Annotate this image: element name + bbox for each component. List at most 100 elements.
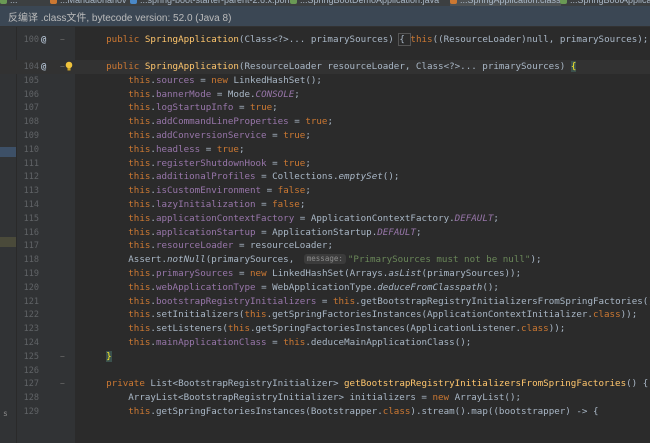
code-token: CONSOLE bbox=[255, 88, 295, 100]
code-line[interactable]: 128 ArrayList<BootstrapRegistryInitializ… bbox=[0, 391, 650, 405]
code-line[interactable]: 114 this.lazyInitialization = false; bbox=[0, 198, 650, 212]
fold-toggle-icon[interactable]: − bbox=[60, 33, 65, 47]
code-line[interactable]: 120 this.webApplicationType = WebApplica… bbox=[0, 281, 650, 295]
code-token: this bbox=[128, 323, 151, 335]
code-token: this bbox=[244, 309, 267, 321]
code-line[interactable]: 112 this.additionalProfiles = Collection… bbox=[0, 170, 650, 184]
fold-toggle-icon[interactable]: − bbox=[60, 350, 65, 364]
decompiled-notice-banner: 反编译 .class文件, bytecode version: 52.0 (Ja… bbox=[0, 6, 650, 27]
code-token: this bbox=[128, 212, 151, 224]
annotation-gutter-icon[interactable]: @ bbox=[41, 33, 46, 47]
line-number: 127 bbox=[23, 379, 39, 390]
code-token: this bbox=[128, 171, 151, 183]
code-token: this bbox=[227, 323, 250, 335]
code-line[interactable]: 118 Assert.notNull(primarySources, messa… bbox=[0, 253, 650, 267]
code-line[interactable]: 117 this.resourceLoader = resourceLoader… bbox=[0, 239, 650, 253]
code-line[interactable]: 109 this.addConversionService = true; bbox=[0, 129, 650, 143]
file-type-icon bbox=[450, 0, 457, 5]
code-token: = Collections. bbox=[255, 171, 339, 183]
code-token: new bbox=[211, 74, 234, 86]
code-line[interactable]: 107 this.logStartupInfo = true; bbox=[0, 101, 650, 115]
code-token: new bbox=[432, 392, 455, 404]
code-token: private bbox=[106, 378, 151, 390]
code-token: public bbox=[106, 34, 145, 45]
code-text: this.headless = true; bbox=[84, 143, 245, 157]
code-token: ; bbox=[238, 143, 245, 155]
code-token: } bbox=[106, 350, 112, 362]
code-text: this.registerShutdownHook = true; bbox=[84, 157, 311, 171]
code-token: = bbox=[233, 268, 251, 279]
code-line[interactable]: 121 this.bootstrapRegistryInitializers =… bbox=[0, 295, 650, 309]
code-line[interactable]: 129 this.getSpringFactoriesInstances(Boo… bbox=[0, 405, 650, 419]
code-token: = bbox=[194, 74, 212, 86]
code-token: DEFAULT bbox=[454, 212, 494, 224]
code-token: class bbox=[382, 406, 411, 417]
code-token: headless bbox=[155, 143, 201, 155]
line-number: 105 bbox=[23, 75, 39, 86]
code-token: primarySources bbox=[155, 268, 234, 279]
code-text: public SpringApplication(Class<?>... pri… bbox=[84, 33, 650, 47]
code-token: LinkedHashSet(Arrays. bbox=[272, 268, 389, 279]
code-token: )); bbox=[620, 309, 638, 321]
code-token: = bbox=[316, 295, 333, 307]
code-line[interactable]: 105 this.sources = new LinkedHashSet(); bbox=[0, 74, 650, 88]
code-line[interactable]: 115 this.applicationContextFactory = App… bbox=[0, 212, 650, 226]
code-text: this.addConversionService = true; bbox=[84, 129, 311, 143]
code-line[interactable]: 125 − } bbox=[0, 350, 650, 364]
code-token: = bbox=[266, 130, 284, 141]
annotation-gutter-icon[interactable]: @ bbox=[41, 60, 46, 74]
code-line[interactable]: 104 @ − public SpringApplication(ResourceL… bbox=[0, 60, 650, 74]
code-token: ; bbox=[272, 102, 278, 114]
code-token: ; bbox=[493, 212, 499, 224]
code-token: = ApplicationStartup. bbox=[255, 226, 378, 238]
code-token: ; bbox=[305, 157, 311, 169]
editor-tab-label: ...SpringBootApplicatio... bbox=[570, 0, 650, 5]
code-line[interactable]: 110 this.headless = true; bbox=[0, 143, 650, 157]
lightbulb-icon[interactable] bbox=[65, 61, 73, 71]
code-text: ArrayList<BootstrapRegistryInitializer> … bbox=[84, 391, 521, 405]
editor-tab-label: ...Mandalorianov bbox=[60, 0, 127, 5]
code-line[interactable]: 119 this.primarySources = new LinkedHash… bbox=[0, 267, 650, 281]
code-line[interactable]: 106 this.bannerMode = Mode.CONSOLE; bbox=[0, 88, 650, 102]
code-token: LinkedHashSet(); bbox=[233, 74, 322, 86]
code-line[interactable]: 123 this.setListeners(this.getSpringFact… bbox=[0, 322, 650, 336]
line-number: 107 bbox=[23, 103, 39, 114]
code-line[interactable]: 113 this.isCustomEnvironment = false; bbox=[0, 184, 650, 198]
code-line[interactable]: 127 − private List<BootstrapRegistryIniti… bbox=[0, 377, 650, 391]
code-line[interactable]: 124 this.mainApplicationClass = this.ded… bbox=[0, 336, 650, 350]
code-token: emptySet bbox=[338, 171, 383, 183]
code-line[interactable]: 100 @ − public SpringApplication(Class<?>.… bbox=[0, 33, 650, 47]
code-token: getBootstrapRegistryInitializersFromSpri… bbox=[344, 378, 627, 390]
code-token: = resourceLoader; bbox=[233, 240, 333, 252]
code-text: this.setInitializers(this.getSpringFacto… bbox=[84, 308, 637, 322]
code-line[interactable]: 108 this.addCommandLineProperties = true… bbox=[0, 115, 650, 129]
fold-toggle-icon[interactable]: − bbox=[60, 377, 65, 391]
code-token: this bbox=[128, 268, 151, 279]
code-text: this.mainApplicationClass = this.deduceM… bbox=[84, 336, 471, 350]
code-line[interactable]: 122 this.setInitializers(this.getSpringF… bbox=[0, 308, 650, 322]
code-text: this.additionalProfiles = Collections.em… bbox=[84, 170, 399, 184]
code-token: webApplicationType bbox=[155, 281, 256, 293]
code-text: this.getSpringFactoriesInstances(Bootstr… bbox=[84, 405, 598, 419]
code-token: public bbox=[106, 61, 145, 72]
code-line[interactable]: 126 bbox=[0, 364, 650, 378]
code-token: .getSpringFactoriesInstances(Application… bbox=[250, 323, 522, 335]
code-token: true bbox=[305, 116, 328, 128]
code-token: Assert. bbox=[84, 254, 167, 266]
line-number: 111 bbox=[23, 158, 39, 169]
code-line[interactable]: 111 this.registerShutdownHook = true; bbox=[0, 157, 650, 171]
code-token: true bbox=[283, 130, 306, 141]
code-line[interactable]: 116 this.applicationStartup = Applicatio… bbox=[0, 226, 650, 240]
line-number: 126 bbox=[23, 365, 39, 376]
code-token: ; bbox=[305, 130, 311, 141]
code-token: registerShutdownHook bbox=[155, 157, 267, 169]
code-token: () { bbox=[626, 378, 649, 390]
